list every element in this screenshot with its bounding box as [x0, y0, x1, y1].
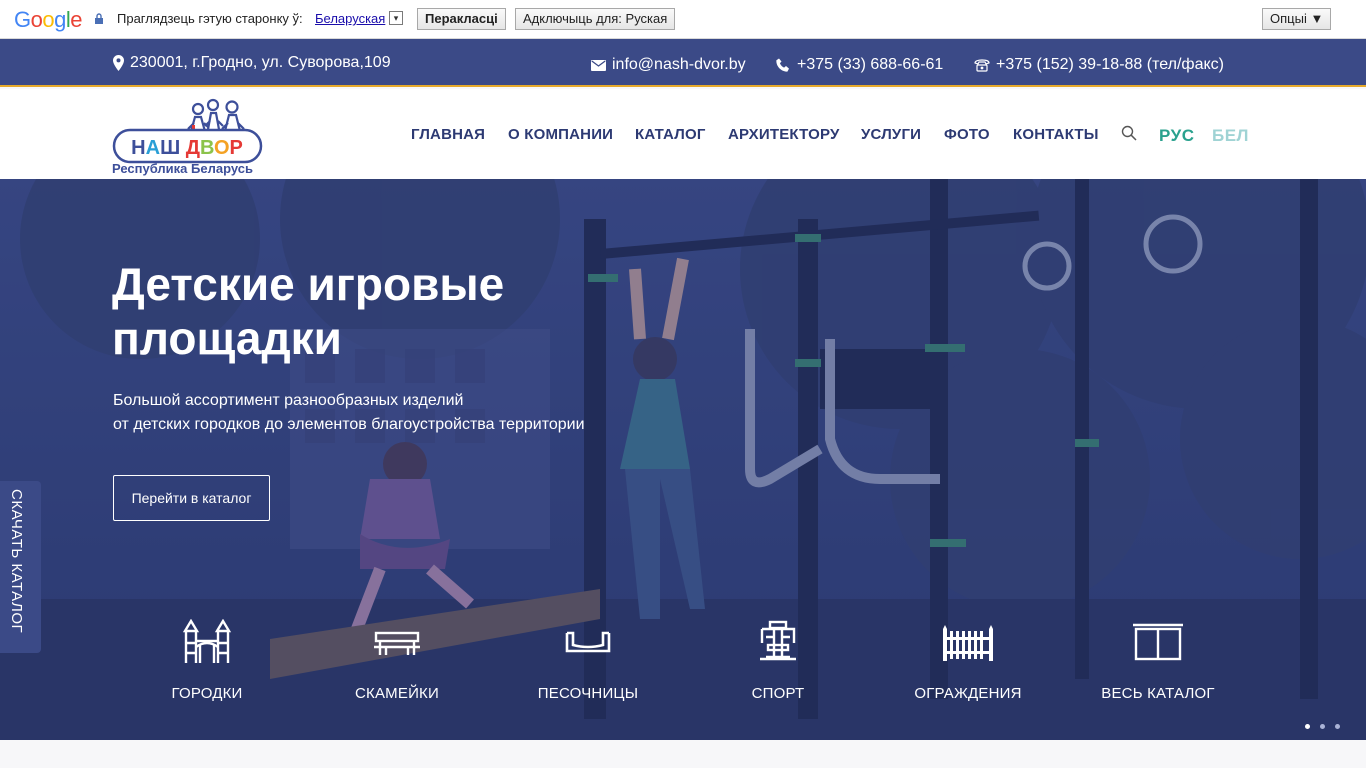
gym-machine-icon	[760, 620, 796, 661]
map-pin-icon	[113, 55, 124, 71]
go-to-catalog-button[interactable]: Перейти в каталог	[113, 475, 270, 521]
address-item: 230001, г.Гродно, ул. Суворова,109	[113, 54, 391, 72]
playground-tower-icon	[182, 619, 232, 663]
translate-prompt: Праглядзець гэтую старонку ў:	[117, 11, 303, 26]
hero-subtitle-line1: Большой ассортимент разнообразных издели…	[113, 392, 464, 409]
hero-title: Детские игровые площадки	[112, 258, 505, 364]
lang-be-link[interactable]: БЕЛ	[1212, 126, 1249, 146]
slider-dot-2[interactable]	[1320, 724, 1325, 729]
category-label-sandboxes: ПЕСОЧНИЦЫ	[537, 685, 639, 702]
fax-item[interactable]: +375 (152) 39-18-88 (тел/факс)	[974, 56, 1224, 74]
slider-dot-3[interactable]	[1335, 724, 1340, 729]
category-label-all-catalog: ВЕСЬ КАТАЛОГ	[1101, 685, 1215, 702]
hero-slider: Детские игровые площадки Большой ассорти…	[0, 179, 1366, 740]
email-link[interactable]: info@nash-dvor.by	[612, 56, 746, 74]
translate-bar: Google Праглядзець гэтую старонку ў: Бел…	[0, 0, 1366, 39]
hero-subtitle-line2: от детских городков до элементов благоус…	[113, 416, 585, 433]
slider-dot-1[interactable]	[1305, 724, 1310, 729]
translate-button[interactable]: Перакласці	[417, 8, 506, 30]
nav-services[interactable]: УСЛУГИ	[861, 126, 921, 143]
category-label-benches: СКАМЕЙКИ	[355, 685, 439, 702]
page-bottom-strip	[0, 740, 1366, 768]
lang-ru-link[interactable]: РУС	[1159, 126, 1194, 146]
envelope-icon	[591, 59, 606, 71]
translate-language-link[interactable]: Беларуская	[315, 11, 385, 26]
search-icon[interactable]	[1121, 125, 1137, 141]
fax-link[interactable]: +375 (152) 39-18-88 (тел/факс)	[996, 56, 1224, 74]
telephone-fax-icon	[974, 58, 990, 72]
turn-off-translate-button[interactable]: Адключыць для: Руская	[515, 8, 676, 30]
translate-options-button[interactable]: Опцыі ▼	[1262, 8, 1332, 30]
google-logo: Google	[14, 7, 83, 32]
email-item[interactable]: info@nash-dvor.by	[591, 56, 746, 74]
nav-home[interactable]: ГЛАВНАЯ	[411, 126, 485, 143]
site-header: НАШ ДВОР Республика Беларусь ГЛАВНАЯ О К…	[0, 89, 1366, 179]
nav-catalog[interactable]: КАТАЛОГ	[635, 126, 706, 143]
catalog-icon	[1133, 623, 1183, 661]
nav-contacts[interactable]: КОНТАКТЫ	[1013, 126, 1099, 143]
contact-info-bar: 230001, г.Гродно, ул. Суворова,109 info@…	[0, 39, 1366, 87]
category-label-fences: ОГРАЖДЕНИЯ	[914, 685, 1022, 702]
category-sandboxes[interactable]: ПЕСОЧНИЦЫ	[513, 619, 663, 702]
fence-icon	[943, 625, 993, 661]
download-catalog-tab[interactable]: СКАЧАТЬ КАТАЛОГ	[0, 481, 41, 653]
hero-subtitle: Большой ассортимент разнообразных издели…	[113, 389, 585, 437]
nav-photo[interactable]: ФОТО	[944, 126, 990, 143]
logo-subtitle: Республика Беларусь	[112, 161, 253, 176]
phone-item[interactable]: +375 (33) 688-66-61	[776, 56, 943, 74]
language-dropdown-icon[interactable]: ▾	[389, 11, 403, 25]
category-playgrounds[interactable]: ГОРОДКИ	[132, 619, 282, 702]
slider-dots	[1305, 724, 1340, 729]
address-text: 230001, г.Гродно, ул. Суворова,109	[130, 54, 391, 71]
lock-icon	[95, 13, 103, 24]
category-all-catalog[interactable]: ВЕСЬ КАТАЛОГ	[1083, 619, 1233, 702]
sandbox-icon	[565, 631, 611, 653]
logo-text: НАШ ДВОР	[131, 137, 243, 159]
category-sport[interactable]: СПОРТ	[703, 619, 853, 702]
category-benches[interactable]: СКАМЕЙКИ	[322, 619, 472, 702]
category-label-sport: СПОРТ	[751, 685, 805, 702]
download-catalog-label: СКАЧАТЬ КАТАЛОГ	[8, 489, 25, 634]
phone-link[interactable]: +375 (33) 688-66-61	[797, 56, 943, 74]
category-fences[interactable]: ОГРАЖДЕНИЯ	[893, 619, 1043, 702]
nav-about[interactable]: О КОМПАНИИ	[508, 126, 613, 143]
phone-icon	[776, 58, 789, 72]
bench-icon	[374, 631, 420, 655]
category-label-playgrounds: ГОРОДКИ	[171, 685, 243, 702]
nav-architect[interactable]: АРХИТЕКТОРУ	[728, 126, 840, 143]
